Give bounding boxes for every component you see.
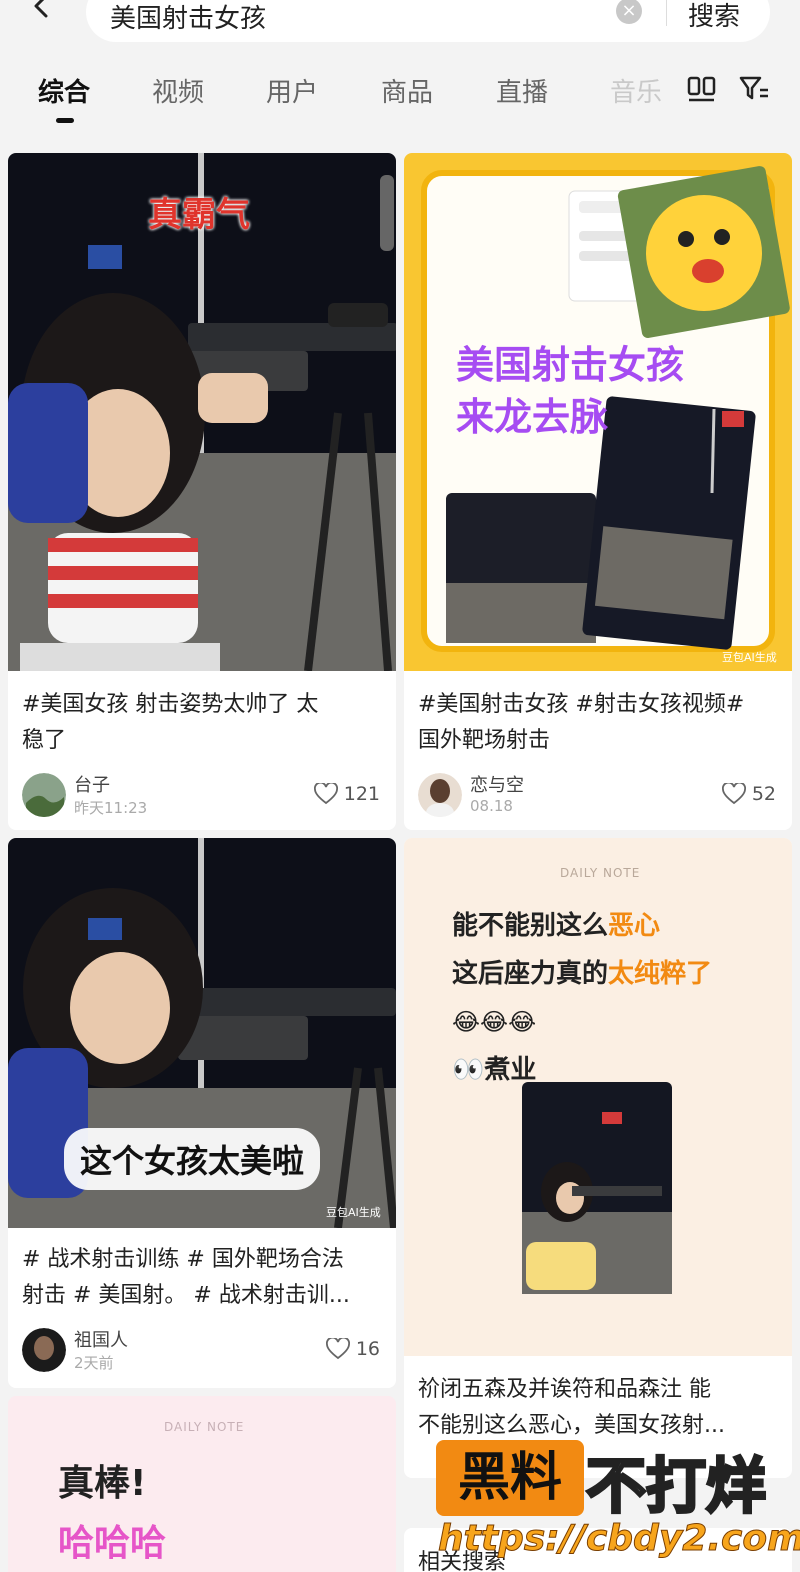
- caption-line: #美国女孩 射击姿势太帅了 太: [22, 692, 319, 717]
- feed-card[interactable]: 真霸气 #美国女孩 射击姿势太帅了 太 稳了 台子 昨天11:23 121: [8, 153, 396, 830]
- embedded-photo: [522, 1082, 672, 1294]
- card-caption: 祄闭五森及并诶符和品森汢 能 不能别这么恶心，美国女孩射...: [418, 1372, 778, 1444]
- tab-music[interactable]: 音乐: [610, 72, 662, 109]
- watermark-text: 不打烊: [585, 1451, 768, 1524]
- ai-generated-tag: 豆包AI生成: [722, 651, 777, 664]
- avatar: [22, 773, 66, 817]
- tab-products[interactable]: 商品: [381, 72, 433, 109]
- cover-title-line: 来龙去脉: [456, 395, 609, 439]
- caption-line: 稳了: [22, 728, 67, 753]
- like-count: 16: [355, 1338, 380, 1360]
- heart-outline-icon: [721, 783, 746, 805]
- note-highlight: 哈哈哈: [58, 1523, 167, 1564]
- note-header: DAILY NOTE: [164, 1420, 245, 1434]
- ai-generated-tag: 豆包AI生成: [326, 1206, 381, 1219]
- filter-icon[interactable]: [738, 74, 770, 104]
- video-overlay-text: 这个女孩太美啦: [64, 1128, 321, 1190]
- note-highlight: 恶心: [608, 911, 661, 941]
- watermark-url: https://cbdy2.com: [438, 1518, 800, 1560]
- feed-card[interactable]: 美国射击女孩 来龙去脉 豆包AI生成 #美国射击女孩 #射击女孩视频# 国外靶场…: [404, 153, 792, 830]
- watermark-badge: 黑料: [436, 1440, 584, 1516]
- post-time: 昨天11:23: [74, 799, 148, 817]
- post-time: 08.18: [470, 797, 513, 815]
- note-header: DAILY NOTE: [560, 866, 641, 880]
- search-divider: [666, 0, 667, 26]
- category-tabs: 综合 视频 用户 商品 直播 音乐: [0, 64, 800, 128]
- like-button[interactable]: 16: [325, 1338, 380, 1360]
- tab-video[interactable]: 视频: [152, 72, 204, 109]
- note-body: 能不能别这么恶心 这后座力真的太纯粹了 😂😂😂 👀煮业: [452, 902, 712, 1094]
- like-count: 52: [751, 783, 776, 805]
- card-caption: # 战术射击训练 # 国外靶场合法 射击 # 美国射。 # 战术射击训...: [22, 1242, 382, 1314]
- note-text: 真棒!: [58, 1463, 147, 1504]
- card-caption: #美国女孩 射击姿势太帅了 太 稳了: [22, 687, 382, 759]
- search-query-text: 美国射击女孩: [110, 4, 267, 34]
- heart-outline-icon: [325, 1338, 350, 1360]
- caption-line: # 战术射击训练 # 国外靶场合法: [22, 1247, 344, 1272]
- tab-comprehensive[interactable]: 综合: [38, 72, 90, 109]
- clear-icon[interactable]: ×: [616, 0, 642, 24]
- caption-line: #美国射击女孩 #射击女孩视频#: [418, 692, 745, 717]
- tab-users[interactable]: 用户: [266, 72, 318, 109]
- note-text: 能不能别这么: [452, 911, 609, 941]
- note-text: 这后座力真的: [452, 959, 609, 989]
- cover-title-line: 美国射击女孩: [456, 343, 685, 387]
- watermark: 黑料 不打烊 https://cbdy2.com: [436, 1436, 800, 1572]
- cover-title: 美国射击女孩 来龙去脉: [456, 339, 684, 443]
- author-name: 台子: [74, 775, 110, 796]
- note-highlight: 太纯粹了: [608, 959, 713, 989]
- feed-card[interactable]: 这个女孩太美啦 豆包AI生成 # 战术射击训练 # 国外靶场合法 射击 # 美国…: [8, 838, 396, 1388]
- tab-live[interactable]: 直播: [496, 72, 548, 109]
- search-button[interactable]: 搜索: [688, 0, 740, 33]
- caption-line: 射击 # 美国射。 # 战术射击训...: [22, 1283, 350, 1308]
- feed-card[interactable]: DAILY NOTE 能不能别这么恶心 这后座力真的太纯粹了 😂😂😂 👀煮业 祄…: [404, 838, 792, 1478]
- like-count: 121: [343, 783, 380, 805]
- top-bar: 美国射击女孩 × 搜索: [0, 0, 800, 52]
- active-tab-indicator: [56, 118, 74, 123]
- feed-card[interactable]: DAILY NOTE 真棒! 哈哈哈: [8, 1396, 396, 1572]
- search-input[interactable]: 美国射击女孩 × 搜索: [86, 0, 770, 42]
- author-name: 恋与空: [470, 775, 524, 796]
- avatar: [418, 773, 462, 817]
- back-button[interactable]: [20, 0, 64, 28]
- author-name: 祖国人: [74, 1330, 128, 1351]
- double-column-layout-icon[interactable]: [686, 74, 718, 104]
- emoji-row: 😂😂😂: [452, 1008, 537, 1036]
- chevron-left-icon: [34, 0, 48, 18]
- avatar: [22, 1328, 66, 1372]
- caption-line: 国外靶场射击: [418, 728, 551, 753]
- card-caption: #美国射击女孩 #射击女孩视频# 国外靶场射击: [418, 687, 778, 759]
- like-button[interactable]: 52: [721, 783, 776, 805]
- heart-outline-icon: [313, 783, 338, 805]
- video-overlay-text: 真霸气: [148, 195, 250, 235]
- post-time: 2天前: [74, 1354, 114, 1372]
- caption-line: 祄闭五森及并诶符和品森汢 能: [418, 1377, 711, 1402]
- like-button[interactable]: 121: [313, 783, 380, 805]
